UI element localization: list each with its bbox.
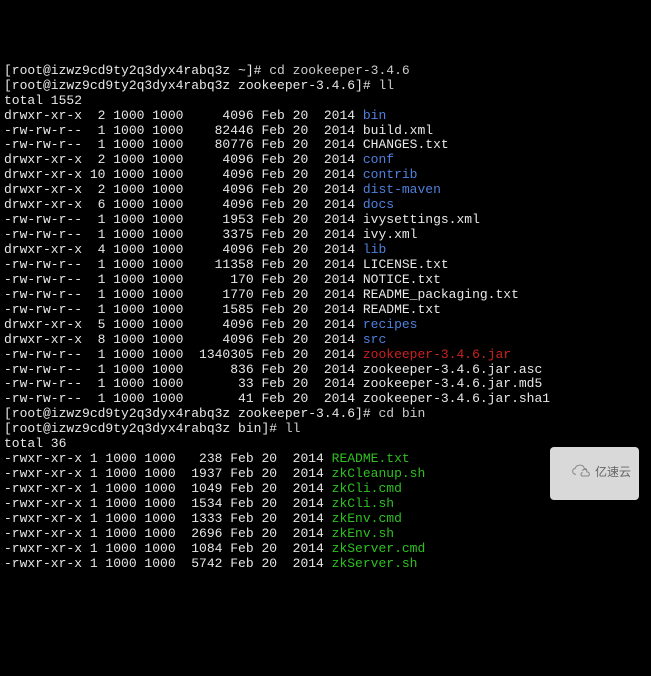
file-name: zkServer.cmd	[332, 541, 426, 556]
file-entry: drwxr-xr-x 6 1000 1000 4096 Feb 20 2014 …	[4, 198, 647, 213]
file-entry: -rw-rw-r-- 1 1000 1000 3375 Feb 20 2014 …	[4, 228, 647, 243]
file-name: ivy.xml	[363, 227, 418, 242]
file-name: README.txt	[332, 451, 410, 466]
file-entry: drwxr-xr-x 5 1000 1000 4096 Feb 20 2014 …	[4, 318, 647, 333]
file-name: zookeeper-3.4.6.jar.sha1	[363, 391, 550, 406]
file-name: zkEnv.cmd	[332, 511, 402, 526]
file-entry: -rwxr-xr-x 1 1000 1000 1333 Feb 20 2014 …	[4, 512, 647, 527]
cloud-icon	[558, 451, 591, 496]
prompt-line: [root@izwz9cd9ty2q3dyx4rabq3z zookeeper-…	[4, 407, 647, 422]
prompt-line: [root@izwz9cd9ty2q3dyx4rabq3z bin]# ll	[4, 422, 647, 437]
file-entry: -rw-rw-r-- 1 1000 1000 33 Feb 20 2014 zo…	[4, 377, 647, 392]
watermark-text: 亿速云	[595, 466, 631, 480]
prompt-line: [root@izwz9cd9ty2q3dyx4rabq3z ~]# cd zoo…	[4, 64, 647, 79]
file-name: build.xml	[363, 123, 433, 138]
file-entry: drwxr-xr-x 2 1000 1000 4096 Feb 20 2014 …	[4, 153, 647, 168]
file-entry: -rwxr-xr-x 1 1000 1000 1084 Feb 20 2014 …	[4, 542, 647, 557]
file-name: conf	[363, 152, 394, 167]
file-entry: -rw-rw-r-- 1 1000 1000 11358 Feb 20 2014…	[4, 258, 647, 273]
file-entry: -rw-rw-r-- 1 1000 1000 1953 Feb 20 2014 …	[4, 213, 647, 228]
file-name: CHANGES.txt	[363, 137, 449, 152]
file-name: zookeeper-3.4.6.jar	[363, 347, 511, 362]
file-name: zkCli.cmd	[332, 481, 402, 496]
file-entry: -rwxr-xr-x 1 1000 1000 5742 Feb 20 2014 …	[4, 557, 647, 572]
file-name: lib	[363, 242, 386, 257]
file-entry: -rw-rw-r-- 1 1000 1000 80776 Feb 20 2014…	[4, 138, 647, 153]
file-name: src	[363, 332, 386, 347]
file-entry: drwxr-xr-x 2 1000 1000 4096 Feb 20 2014 …	[4, 109, 647, 124]
file-entry: -rw-rw-r-- 1 1000 1000 170 Feb 20 2014 N…	[4, 273, 647, 288]
file-name: zookeeper-3.4.6.jar.md5	[363, 376, 542, 391]
output-line: total 1552	[4, 94, 647, 109]
file-entry: -rw-rw-r-- 1 1000 1000 82446 Feb 20 2014…	[4, 124, 647, 139]
watermark: 亿速云	[550, 447, 639, 500]
file-name: contrib	[363, 167, 418, 182]
file-name: docs	[363, 197, 394, 212]
file-name: zkServer.sh	[332, 556, 418, 571]
file-name: README.txt	[363, 302, 441, 317]
file-name: bin	[363, 108, 386, 123]
file-name: LICENSE.txt	[363, 257, 449, 272]
file-entry: -rw-rw-r-- 1 1000 1000 1340305 Feb 20 20…	[4, 348, 647, 363]
file-name: zookeeper-3.4.6.jar.asc	[363, 362, 542, 377]
file-name: zkCli.sh	[332, 496, 394, 511]
file-entry: -rw-rw-r-- 1 1000 1000 41 Feb 20 2014 zo…	[4, 392, 647, 407]
file-name: zkCleanup.sh	[332, 466, 426, 481]
file-name: recipes	[363, 317, 418, 332]
file-name: NOTICE.txt	[363, 272, 441, 287]
file-entry: -rw-rw-r-- 1 1000 1000 836 Feb 20 2014 z…	[4, 363, 647, 378]
file-entry: -rw-rw-r-- 1 1000 1000 1770 Feb 20 2014 …	[4, 288, 647, 303]
file-name: zkEnv.sh	[332, 526, 394, 541]
prompt-line: [root@izwz9cd9ty2q3dyx4rabq3z zookeeper-…	[4, 79, 647, 94]
file-name: dist-maven	[363, 182, 441, 197]
file-name: README_packaging.txt	[363, 287, 519, 302]
file-entry: drwxr-xr-x 8 1000 1000 4096 Feb 20 2014 …	[4, 333, 647, 348]
file-entry: drwxr-xr-x 4 1000 1000 4096 Feb 20 2014 …	[4, 243, 647, 258]
file-entry: -rwxr-xr-x 1 1000 1000 2696 Feb 20 2014 …	[4, 527, 647, 542]
file-entry: -rwxr-xr-x 1 1000 1000 1534 Feb 20 2014 …	[4, 497, 647, 512]
file-entry: drwxr-xr-x 10 1000 1000 4096 Feb 20 2014…	[4, 168, 647, 183]
file-entry: drwxr-xr-x 2 1000 1000 4096 Feb 20 2014 …	[4, 183, 647, 198]
file-name: ivysettings.xml	[363, 212, 480, 227]
file-entry: -rw-rw-r-- 1 1000 1000 1585 Feb 20 2014 …	[4, 303, 647, 318]
